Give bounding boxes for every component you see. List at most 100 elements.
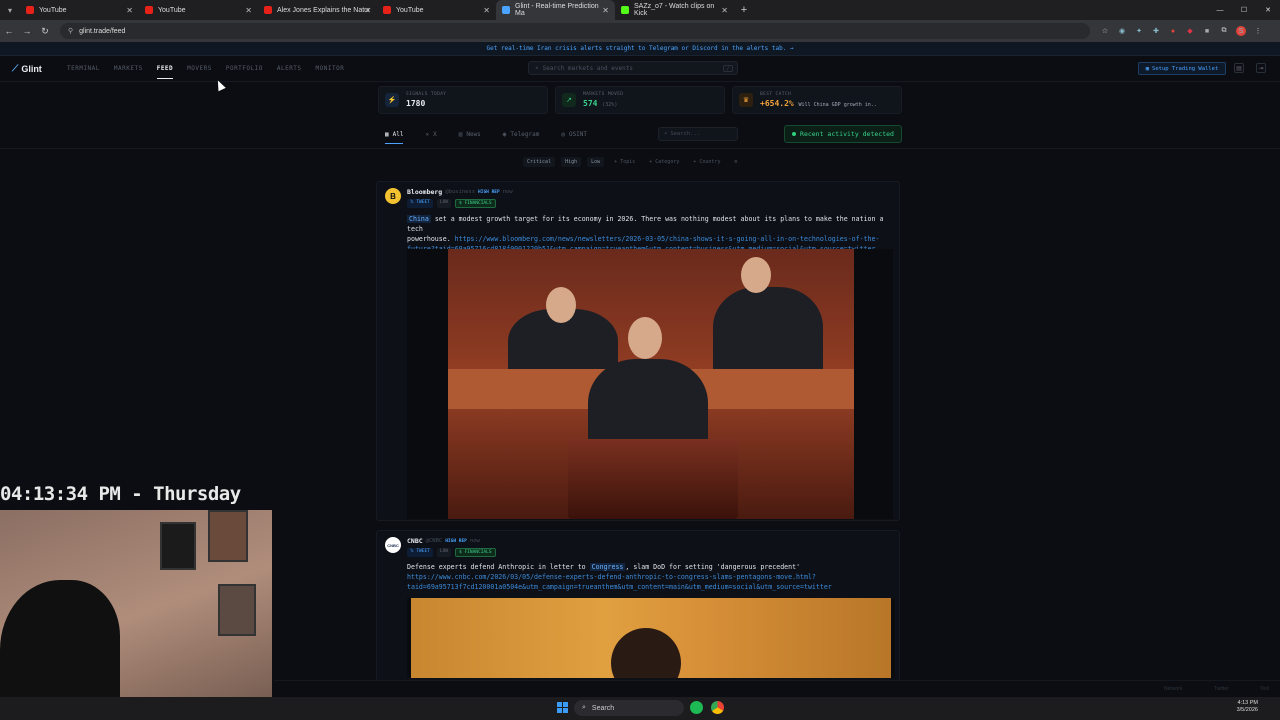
post-link[interactable]: https://www.cnbc.com/2026/03/05/defense-… xyxy=(407,573,816,581)
tab-all[interactable]: ▦ All xyxy=(385,126,404,144)
settings-gear-icon[interactable]: ⚙ xyxy=(730,157,741,167)
minimize-icon[interactable]: — xyxy=(1208,0,1232,20)
wallet-icon: ▣ xyxy=(1145,65,1150,72)
back-icon[interactable]: ← xyxy=(0,26,18,36)
glint-icon xyxy=(502,6,510,14)
close-icon[interactable]: ✕ xyxy=(602,6,609,15)
chip-category[interactable]: + Category xyxy=(645,157,683,167)
profile-avatar[interactable]: S xyxy=(1236,26,1246,36)
eye-icon: ◎ xyxy=(561,130,565,138)
close-icon[interactable]: ✕ xyxy=(126,6,133,15)
post-tags: 𝕏 TWEET LOW $ FINANCIALS xyxy=(407,548,496,557)
logout-icon[interactable]: ⇥ xyxy=(1256,63,1266,73)
tag-low: LOW xyxy=(436,548,452,557)
windows-start-icon[interactable] xyxy=(557,702,568,713)
stat-value: 574 (32%) xyxy=(583,99,618,108)
photo-china-congress xyxy=(448,249,854,519)
search-icon: ⌕ xyxy=(582,704,586,711)
extension-icon[interactable]: ◉ xyxy=(1117,26,1127,36)
forward-icon[interactable]: → xyxy=(18,26,36,36)
post-image[interactable] xyxy=(407,249,893,519)
footer-item: Tool xyxy=(1260,686,1270,692)
close-icon[interactable]: ✕ xyxy=(245,6,252,15)
tab-search-icon[interactable]: ▾ xyxy=(0,0,20,20)
feed-post[interactable]: B Bloomberg @business HIGH REP now 𝕏 TWEET … xyxy=(376,181,900,521)
extension-icon[interactable]: ✚ xyxy=(1151,26,1161,36)
browser-tab[interactable]: YouTube ✕ xyxy=(20,0,139,20)
post-author: Bloomberg @business HIGH REP now xyxy=(407,188,513,196)
close-icon[interactable]: ✕ xyxy=(721,6,728,15)
taskbar-search[interactable]: ⌕ Search xyxy=(574,700,684,716)
browser-tab[interactable]: YouTube ✕ xyxy=(377,0,496,20)
post-link[interactable]: taid=69a95713f7cd120001a0504e&utm_campai… xyxy=(407,583,832,591)
post-link[interactable]: https://www.bloomberg.com/news/newslette… xyxy=(455,235,880,243)
reload-icon[interactable]: ↻ xyxy=(36,26,54,37)
logo-text: Glint xyxy=(21,63,42,74)
chip-topic[interactable]: + Topic xyxy=(610,157,639,167)
browser-tab-active[interactable]: Glint - Real-time Prediction Ma ✕ xyxy=(496,0,615,20)
new-tab-button[interactable]: + xyxy=(734,4,754,16)
search-placeholder: Search... xyxy=(670,131,701,137)
chip-critical[interactable]: Critical xyxy=(523,157,556,167)
tab-title: SAZz_o7 - Watch clips on Kick xyxy=(634,3,715,17)
chip-low[interactable]: Low xyxy=(587,157,605,167)
post-text: China set a modest growth target for its… xyxy=(407,214,897,254)
market-search-input[interactable]: ⌕ Search markets and events / xyxy=(528,61,738,75)
footer-item: Twitter xyxy=(1214,686,1229,692)
bookmark-star-icon[interactable]: ☆ xyxy=(1100,26,1110,36)
tab-title: YouTube xyxy=(158,6,186,14)
maximize-icon[interactable]: ☐ xyxy=(1232,0,1256,20)
nav-monitor[interactable]: MONITOR xyxy=(309,56,352,82)
tag-low: LOW xyxy=(436,199,452,208)
stat-best-catch[interactable]: ♛ BEST CATCH +654.2% Will China GDP grow… xyxy=(732,86,902,114)
url-field[interactable]: ⚲ glint.trade/feed xyxy=(60,23,1090,39)
tab-telegram[interactable]: ◉ Telegram xyxy=(503,126,540,142)
tab-title: YouTube xyxy=(396,6,424,14)
layout-icon[interactable]: ▤ xyxy=(1234,63,1244,73)
entity-highlight[interactable]: Congress xyxy=(589,563,626,571)
chip-country[interactable]: + Country xyxy=(689,157,724,167)
chrome-icon[interactable] xyxy=(711,701,724,714)
grid-icon: ▦ xyxy=(385,130,389,138)
browser-tab[interactable]: YouTube ✕ xyxy=(139,0,258,20)
close-icon[interactable]: ✕ xyxy=(483,6,490,15)
system-clock[interactable]: 4:13 PM 3/5/2026 xyxy=(1237,700,1258,714)
tag-tweet: 𝕏 TWEET xyxy=(407,199,433,208)
announcement-bar[interactable]: Get real-time Iran crisis alerts straigh… xyxy=(0,42,1280,56)
footer-item: Network xyxy=(1164,686,1183,692)
browser-tab[interactable]: Alex Jones Explains the Natur ✕ xyxy=(258,0,377,20)
extension-icon[interactable]: ✦ xyxy=(1134,26,1144,36)
youtube-icon xyxy=(145,6,153,14)
close-icon[interactable]: ✕ xyxy=(364,6,371,15)
nav-markets[interactable]: MARKETS xyxy=(107,56,150,82)
tab-title: YouTube xyxy=(39,6,67,14)
nav-alerts[interactable]: ALERTS xyxy=(270,56,309,82)
tab-osint[interactable]: ◎ OSINT xyxy=(561,126,587,142)
nav-terminal[interactable]: TERMINAL xyxy=(60,56,107,82)
tab-news[interactable]: ▤ News xyxy=(459,126,481,142)
feed-post[interactable]: CNBC CNBC @CNBC HIGH REP now 𝕏 TWEET LOW $ … xyxy=(376,530,900,690)
post-author: CNBC @CNBC HIGH REP now xyxy=(407,537,480,545)
feed-search-input[interactable]: ⌕ Search... xyxy=(658,127,738,141)
youtube-icon xyxy=(264,6,272,14)
puzzle-icon[interactable]: ⧉ xyxy=(1219,26,1229,36)
nav-feed[interactable]: FEED xyxy=(150,56,180,82)
browser-tab[interactable]: SAZz_o7 - Watch clips on Kick ✕ xyxy=(615,0,734,20)
spotify-icon[interactable] xyxy=(690,701,703,714)
nav-portfolio[interactable]: PORTFOLIO xyxy=(219,56,270,82)
nav-movers[interactable]: MOVERS xyxy=(180,56,219,82)
post-tags: 𝕏 TWEET LOW $ FINANCIALS xyxy=(407,199,513,208)
avatar: CNBC xyxy=(385,537,401,553)
app-logo[interactable]: ⟋ Glint xyxy=(12,63,52,74)
tab-x[interactable]: ✕ X xyxy=(425,126,436,142)
menu-dots-icon[interactable]: ⋮ xyxy=(1253,26,1263,36)
extension-icon[interactable]: ◆ xyxy=(1185,26,1195,36)
post-image[interactable] xyxy=(407,598,895,678)
extension-icon[interactable]: ● xyxy=(1168,26,1178,36)
chip-high[interactable]: High xyxy=(561,157,582,167)
close-window-icon[interactable]: ✕ xyxy=(1256,0,1280,20)
entity-highlight[interactable]: China xyxy=(407,215,431,223)
site-info-icon[interactable]: ⚲ xyxy=(68,27,73,35)
setup-wallet-button[interactable]: ▣ Setup Trading Wallet xyxy=(1138,62,1226,75)
extension-icon[interactable]: ■ xyxy=(1202,26,1212,36)
